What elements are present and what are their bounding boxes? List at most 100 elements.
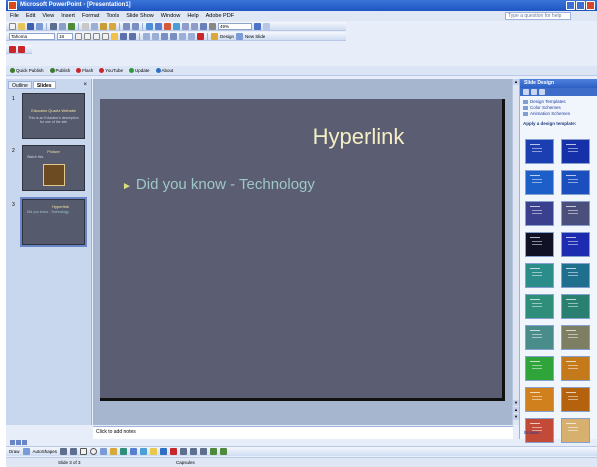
menu-help[interactable]: Help: [187, 13, 198, 19]
increase-font-icon[interactable]: [161, 32, 168, 40]
tab-outline[interactable]: Outline: [8, 81, 32, 89]
insert-hyperlink-icon[interactable]: [173, 22, 180, 30]
design-template-12[interactable]: [561, 294, 590, 319]
font-color-icon[interactable]: [197, 32, 204, 40]
menu-insert[interactable]: Insert: [61, 13, 75, 19]
arrow-icon[interactable]: [70, 448, 78, 455]
italic-icon[interactable]: [84, 32, 91, 40]
design-template-6[interactable]: [561, 201, 590, 226]
redo-icon[interactable]: [132, 22, 139, 30]
numbering-icon[interactable]: [143, 32, 150, 40]
dash-style-icon[interactable]: [190, 448, 198, 455]
insert-chart-icon[interactable]: [146, 22, 153, 30]
3d-style-icon[interactable]: [220, 448, 228, 455]
insert-table-icon[interactable]: [155, 22, 162, 30]
rectangle-icon[interactable]: [80, 448, 88, 455]
design-template-2[interactable]: [561, 139, 590, 164]
design-icon[interactable]: [211, 32, 218, 40]
normal-view-icon[interactable]: [10, 440, 15, 445]
design-template-7[interactable]: [525, 232, 554, 257]
bullets-icon[interactable]: [152, 32, 159, 40]
toolbar-options-icon[interactable]: [263, 22, 270, 30]
slide-thumbnail-1[interactable]: Educator Quartz Website This is an Educa…: [22, 93, 85, 139]
design-template-9[interactable]: [525, 263, 554, 288]
close-button[interactable]: [586, 1, 595, 10]
design-template-14[interactable]: [561, 325, 590, 350]
vertical-scrollbar[interactable]: ▲ ▼ ▲ ▼: [512, 79, 519, 425]
color-grayscale-icon[interactable]: [209, 22, 216, 30]
copy-icon[interactable]: [91, 22, 98, 30]
clip-art-icon[interactable]: [130, 448, 138, 455]
new-slide-icon[interactable]: [236, 32, 244, 40]
decrease-indent-icon[interactable]: [179, 32, 186, 40]
expand-all-icon[interactable]: [182, 22, 189, 30]
autoshapes-menu[interactable]: AutoShapes: [33, 449, 58, 454]
font-size-select[interactable]: 18: [57, 32, 73, 40]
paste-icon[interactable]: [100, 22, 107, 30]
menu-file[interactable]: File: [10, 13, 19, 19]
select-objects-icon[interactable]: [22, 448, 30, 455]
design-template-15[interactable]: [525, 356, 554, 381]
insert-picture-icon[interactable]: [140, 448, 148, 455]
align-left-icon[interactable]: [111, 32, 118, 40]
update-button[interactable]: Update: [128, 68, 150, 73]
browse-link[interactable]: Browse...: [524, 430, 543, 435]
publish-button[interactable]: Publish: [49, 68, 70, 73]
slide-thumbnail-3[interactable]: Hyperlink Did you know - Technology: [20, 197, 87, 247]
help-icon[interactable]: [254, 22, 261, 30]
textbox-icon[interactable]: [100, 448, 108, 455]
markup-icon[interactable]: [9, 45, 16, 53]
design-template-17[interactable]: [525, 387, 554, 412]
fill-color-icon[interactable]: [150, 448, 158, 455]
tables-borders-icon[interactable]: [164, 22, 171, 30]
save-icon[interactable]: [27, 22, 34, 30]
slide-sorter-view-icon[interactable]: [16, 440, 21, 445]
design-template-4[interactable]: [561, 170, 590, 195]
print-icon[interactable]: [50, 22, 57, 30]
menu-view[interactable]: View: [42, 13, 54, 19]
current-slide[interactable]: Hyperlink ► Did you know - Technology: [100, 99, 505, 401]
reviewers-icon[interactable]: [18, 45, 25, 53]
new-icon[interactable]: [9, 22, 16, 30]
new-slide-button[interactable]: New Slide: [245, 34, 265, 39]
design-template-5[interactable]: [525, 201, 554, 226]
show-formatting-icon[interactable]: [191, 22, 198, 30]
notes-pane[interactable]: Click to add notes: [93, 426, 513, 439]
underline-icon[interactable]: [93, 32, 100, 40]
increase-indent-icon[interactable]: [188, 32, 195, 40]
line-icon[interactable]: [60, 448, 68, 455]
menu-window[interactable]: Window: [161, 13, 181, 19]
permission-icon[interactable]: [36, 22, 43, 30]
slide-show-view-icon[interactable]: [22, 440, 27, 445]
bold-icon[interactable]: [75, 32, 82, 40]
minimize-button[interactable]: [566, 1, 575, 10]
design-button[interactable]: Design: [220, 34, 234, 39]
about-button[interactable]: About: [155, 68, 173, 73]
design-template-18[interactable]: [561, 387, 590, 412]
menu-format[interactable]: Format: [82, 13, 99, 19]
design-template-10[interactable]: [561, 263, 590, 288]
home-icon[interactable]: [539, 89, 545, 95]
back-icon[interactable]: [523, 89, 529, 95]
undo-icon[interactable]: [123, 22, 130, 30]
format-painter-icon[interactable]: [109, 22, 116, 30]
slide-bullet[interactable]: ► Did you know - Technology: [122, 176, 315, 193]
font-color-draw-icon[interactable]: [170, 448, 178, 455]
maximize-button[interactable]: [576, 1, 585, 10]
align-center-icon[interactable]: [120, 32, 127, 40]
tab-slides[interactable]: Slides: [32, 81, 56, 89]
slide-thumbnail-2[interactable]: Picture Watch this: [22, 145, 85, 191]
help-search-input[interactable]: Type a question for help: [505, 12, 571, 20]
draw-menu[interactable]: Draw: [9, 449, 20, 454]
close-icon[interactable]: ×: [83, 81, 87, 89]
print-preview-icon[interactable]: [59, 22, 66, 30]
shadow-style-icon[interactable]: [210, 448, 218, 455]
wordart-icon[interactable]: [110, 448, 118, 455]
shadow-icon[interactable]: [102, 32, 109, 40]
line-color-icon[interactable]: [160, 448, 168, 455]
menu-edit[interactable]: Edit: [26, 13, 35, 19]
forward-icon[interactable]: [531, 89, 537, 95]
design-template-11[interactable]: [525, 294, 554, 319]
zoom-select[interactable]: 49%: [218, 22, 252, 30]
youtube-button[interactable]: YouTube: [99, 68, 123, 73]
